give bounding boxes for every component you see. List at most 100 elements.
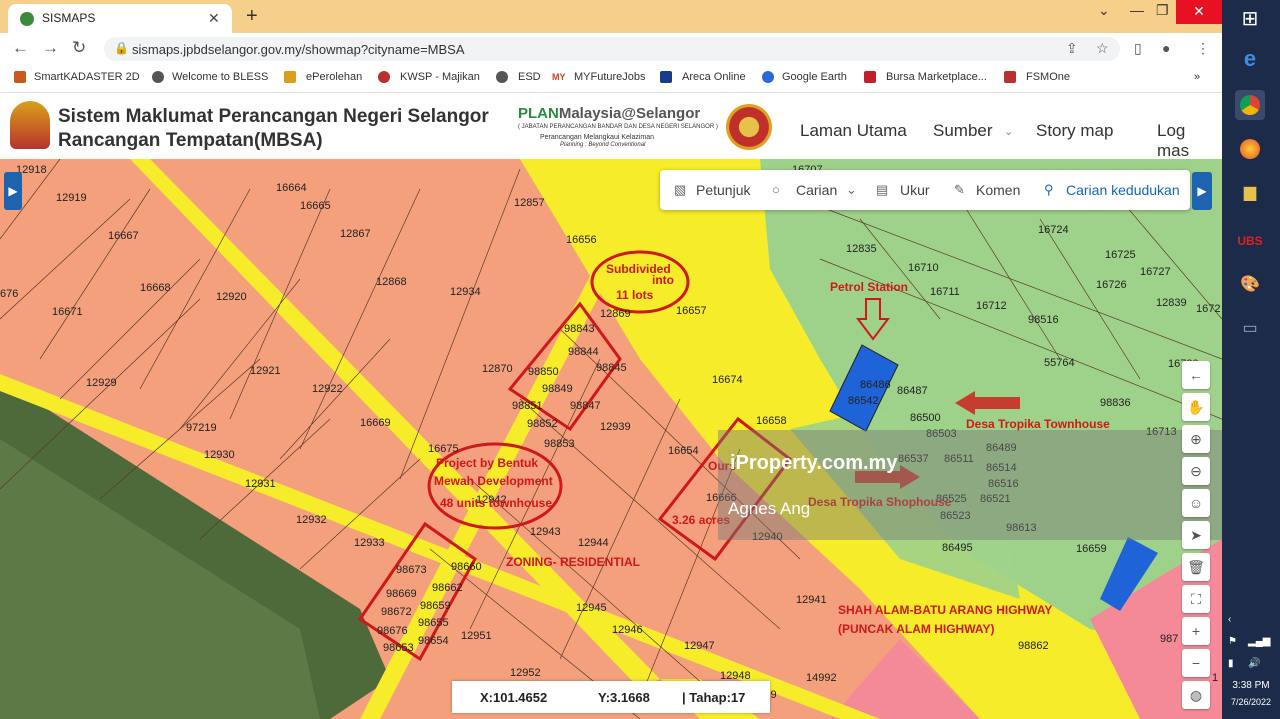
lot-number: 1672	[1196, 303, 1220, 315]
lot-number: 12951	[461, 630, 492, 642]
bookmark-item[interactable]: ESD	[518, 71, 541, 83]
lot-number: 12941	[796, 594, 827, 606]
zoom-out-icon[interactable]: ⊖	[1182, 457, 1210, 485]
bookmark-icon	[14, 71, 26, 83]
profile-icon[interactable]: ●	[1162, 40, 1170, 56]
nav-log-masuk[interactable]: Log mas	[1157, 121, 1222, 161]
trash-icon[interactable]: 🗑	[1182, 553, 1210, 581]
bookmark-item[interactable]: Welcome to BLESS	[172, 71, 268, 83]
map-annotation: ZONING- RESIDENTIAL	[506, 555, 640, 569]
bookmark-item[interactable]: MYFutureJobs	[574, 71, 646, 83]
zoom-in-icon[interactable]: ⊕	[1182, 425, 1210, 453]
url-text[interactable]: sismaps.jpbdselangor.gov.my/showmap?city…	[132, 42, 465, 57]
lot-number: 676	[0, 288, 18, 300]
globe-icon	[496, 71, 508, 83]
bookmark-item[interactable]: ePerolehan	[306, 71, 362, 83]
edge-icon[interactable]: e	[1235, 44, 1265, 74]
volume-icon[interactable]: 🔊	[1248, 658, 1260, 669]
legend-icon[interactable]: ▧	[674, 182, 686, 198]
back-arrow-icon[interactable]: ←	[1182, 361, 1210, 389]
tool-petunjuk[interactable]: Petunjuk	[696, 182, 750, 198]
tab-search-icon[interactable]: ⌄	[1098, 2, 1110, 19]
battery-icon[interactable]: ▮	[1228, 658, 1234, 669]
bookmark-icon	[378, 71, 390, 83]
bookmark-item[interactable]: Google Earth	[782, 71, 847, 83]
reload-button[interactable]: ↻	[72, 38, 86, 58]
lot-number: 12922	[312, 383, 343, 395]
lot-number: 16656	[566, 234, 597, 246]
tool-carian[interactable]: Carian	[796, 182, 837, 198]
locate-icon[interactable]: ➤	[1182, 521, 1210, 549]
address-bar[interactable]: 🔒 sismaps.jpbdselangor.gov.my/showmap?ci…	[104, 37, 1120, 61]
lot-number: 98852	[527, 418, 558, 430]
pan-hand-icon[interactable]: ✋	[1182, 393, 1210, 421]
lot-number: 12934	[450, 286, 481, 298]
chevron-down-icon[interactable]: ⌄	[1004, 125, 1013, 138]
bookmark-item[interactable]: Bursa Marketplace...	[886, 71, 987, 83]
nav-sumber[interactable]: Sumber	[933, 121, 993, 141]
fullscreen-icon[interactable]: ⛶	[1182, 585, 1210, 613]
file-explorer-icon[interactable]: ▆	[1235, 178, 1265, 208]
bookmark-star-icon[interactable]: ☆	[1096, 40, 1109, 57]
lot-number: 16675	[428, 443, 459, 455]
close-window-button[interactable]: ✕	[1176, 0, 1222, 24]
lot-number: 98836	[1100, 397, 1131, 409]
more-bookmarks-icon[interactable]: »	[1194, 71, 1200, 83]
lot-number: 16726	[1096, 279, 1127, 291]
nav-laman-utama[interactable]: Laman Utama	[800, 121, 907, 141]
minimize-button[interactable]: —	[1130, 2, 1144, 18]
tool-carian-kedudukan[interactable]: Carian kedudukan	[1066, 182, 1180, 198]
scanner-icon[interactable]: ▭	[1235, 314, 1265, 344]
browser-tab[interactable]: SISMAPS ✕	[8, 4, 232, 33]
map-annotation: Desa Tropika Townhouse	[966, 417, 1110, 431]
search-icon[interactable]: ○	[772, 182, 780, 197]
bookmark-item[interactable]: KWSP - Majikan	[400, 71, 480, 83]
lot-number: 86486	[860, 379, 891, 391]
sidebar-icon[interactable]: ▯	[1134, 40, 1142, 57]
chevron-left-icon[interactable]: ‹	[1228, 614, 1231, 625]
restore-button[interactable]: ❐	[1156, 2, 1169, 19]
bookmark-item[interactable]: FSMOne	[1026, 71, 1070, 83]
zoom-minus-icon[interactable]: −	[1182, 649, 1210, 677]
map-annotation: Petrol Station	[830, 280, 908, 294]
chrome-icon[interactable]	[1235, 90, 1265, 120]
map-annotation: 48 units townhouse	[440, 496, 552, 510]
paint-icon[interactable]: 🎨	[1235, 270, 1265, 300]
menu-icon[interactable]: ⋮	[1196, 40, 1210, 57]
flag-icon[interactable]: ⚑	[1228, 636, 1237, 647]
ruler-icon[interactable]: ▤	[876, 182, 888, 198]
comment-icon[interactable]: ✎	[954, 182, 965, 198]
chevron-down-icon[interactable]: ⌄	[846, 182, 857, 198]
zoom-plus-icon[interactable]: +	[1182, 617, 1210, 645]
lot-number: 12869	[600, 308, 631, 320]
lot-number: 1	[1212, 672, 1218, 684]
network-icon[interactable]: ▂▄▆	[1248, 636, 1270, 647]
bookmark-item[interactable]: SmartKADASTER 2D	[34, 71, 140, 83]
lot-number: 98850	[528, 366, 559, 378]
back-button[interactable]: ←	[12, 38, 29, 58]
close-tab-icon[interactable]: ✕	[208, 10, 220, 27]
tool-ukur[interactable]: Ukur	[900, 182, 930, 198]
watermark-agent: Agnes Ang	[728, 499, 811, 518]
forward-button[interactable]: →	[42, 38, 59, 58]
y-coordinate: Y:3.1668	[598, 690, 650, 705]
tool-komen[interactable]: Komen	[976, 182, 1020, 198]
tab-strip: SISMAPS ✕ + ⌄ — ❐ ✕	[0, 0, 1222, 33]
windows-start-icon[interactable]: ⊞	[1235, 4, 1265, 34]
ubs-icon[interactable]: UBS	[1235, 226, 1265, 256]
taskbar-date[interactable]: 7/26/2022	[1222, 697, 1280, 707]
firefox-icon[interactable]	[1235, 134, 1265, 164]
share-icon[interactable]: ⇪	[1066, 40, 1078, 57]
expand-left-panel-button[interactable]: ▶	[4, 172, 22, 210]
bookmark-icon	[660, 71, 672, 83]
user-icon[interactable]: ☺	[1182, 489, 1210, 517]
lock-icon[interactable]: 🔒	[114, 41, 129, 55]
location-pin-icon[interactable]: ⚲	[1044, 182, 1054, 198]
taskbar-clock[interactable]: 3:38 PM	[1222, 680, 1280, 691]
collapse-toolbar-button[interactable]: ▶	[1192, 172, 1212, 210]
new-tab-button[interactable]: +	[246, 5, 258, 28]
nav-story-map[interactable]: Story map	[1036, 121, 1113, 141]
lot-number: 98845	[596, 362, 627, 374]
bookmark-item[interactable]: Areca Online	[682, 71, 746, 83]
globe-icon[interactable]: ◍	[1182, 681, 1210, 709]
